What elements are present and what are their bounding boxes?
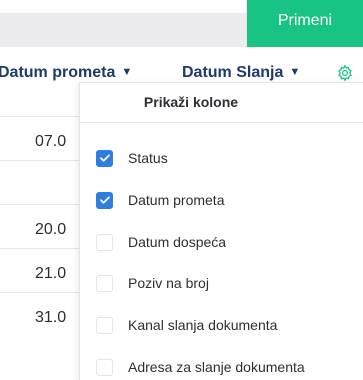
column-header-label: Datum Slanja — [182, 64, 284, 81]
column-option-label: Adresa za slanje dokumenta — [128, 359, 305, 375]
chevron-down-icon: ▼ — [121, 66, 133, 78]
column-option[interactable]: Kanal slanja dokumenta — [96, 314, 277, 336]
column-checkbox[interactable] — [96, 233, 113, 251]
gear-icon[interactable] — [336, 64, 354, 82]
column-option-label: Datum prometa — [128, 192, 225, 208]
column-checkbox[interactable] — [96, 274, 113, 292]
column-header-datum-slanja[interactable]: Datum Slanja ▼ — [182, 64, 300, 82]
column-checkbox[interactable] — [96, 316, 113, 334]
column-header-label: Datum prometa — [0, 64, 116, 81]
date-cell: 21.0 — [35, 265, 67, 282]
table-row[interactable]: 21.0 — [0, 248, 80, 292]
date-cell: 07.0 — [35, 133, 67, 150]
date-cell: 20.0 — [35, 221, 67, 238]
date-cell: 31.0 — [35, 309, 67, 326]
chevron-down-icon: ▼ — [289, 66, 301, 78]
column-option-label: Status — [128, 150, 168, 166]
top-toolbar: Primeni — [0, 0, 363, 47]
table-row[interactable]: 31.0 — [0, 292, 80, 336]
table-row[interactable]: 07.0 — [0, 116, 80, 160]
column-option-label: Kanal slanja dokumenta — [128, 317, 278, 333]
check-icon — [99, 154, 110, 162]
column-picker-dropdown: Prikaži kolone Status Datum prometa Datum … — [79, 82, 363, 380]
table-row[interactable]: 20.0 — [0, 204, 80, 248]
column-option-label: Poziv na broj — [128, 275, 209, 291]
table-row[interactable] — [0, 160, 80, 204]
column-picker-title: Prikaži kolone — [143, 94, 239, 110]
divider — [80, 122, 363, 123]
column-option[interactable]: Poziv na broj — [96, 272, 209, 294]
column-option[interactable]: Datum prometa — [96, 189, 224, 211]
column-checkbox[interactable] — [96, 191, 113, 209]
column-checkbox[interactable] — [96, 358, 113, 376]
column-option[interactable]: Adresa za slanje dokumenta — [96, 356, 305, 378]
column-option[interactable]: Datum dospeća — [96, 231, 226, 253]
check-icon — [99, 196, 110, 204]
column-header-datum-prometa[interactable]: Datum prometa ▼ — [0, 64, 132, 82]
apply-button[interactable]: Primeni — [247, 0, 363, 47]
column-checkbox[interactable] — [96, 149, 113, 167]
column-option[interactable]: Status — [96, 147, 168, 169]
column-option-label: Datum dospeća — [128, 234, 227, 250]
